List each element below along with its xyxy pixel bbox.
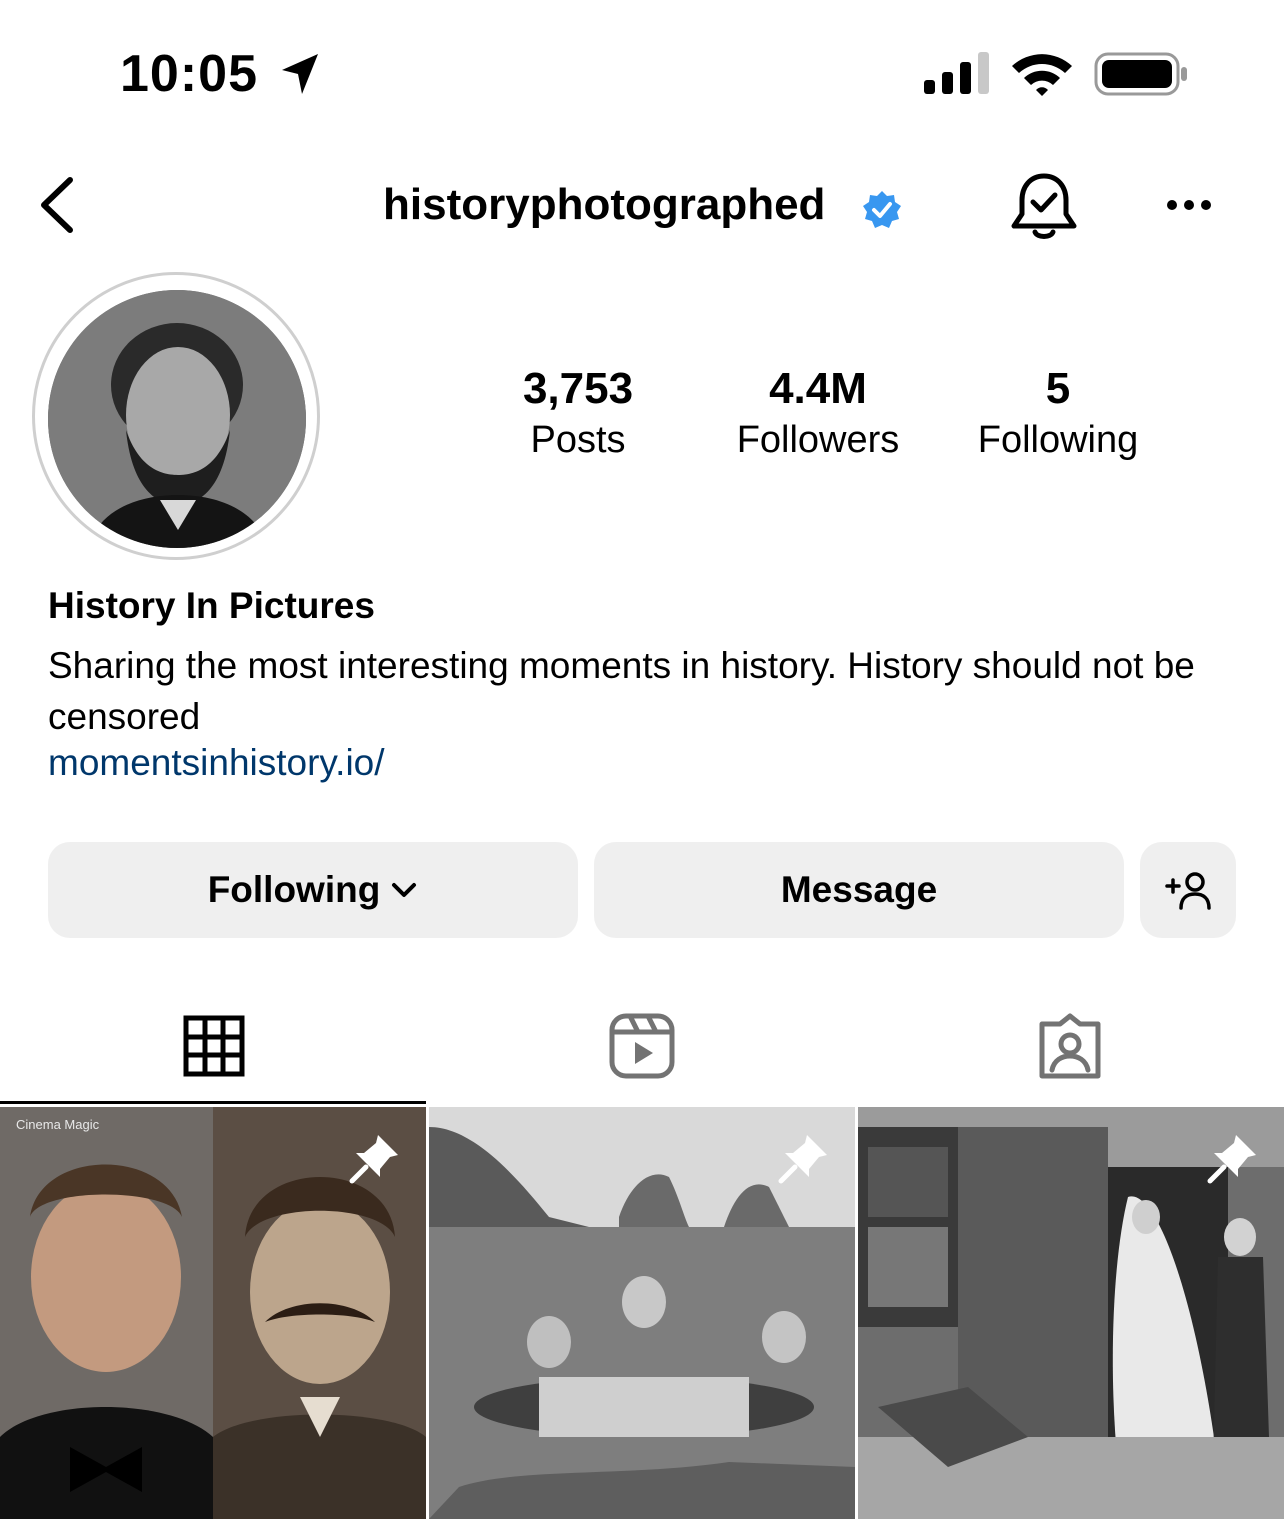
display-name: History In Pictures [48, 585, 375, 626]
tab-posts-grid[interactable] [0, 990, 428, 1102]
notifications-button[interactable] [1008, 170, 1080, 242]
signal-icon [924, 52, 992, 101]
stat-label: Posts [530, 419, 626, 461]
post-overlay-text: Cinema Magic [16, 1117, 100, 1132]
post-thumbnail[interactable] [429, 1107, 855, 1519]
following-button-label: Following [207, 869, 381, 910]
stat-posts[interactable]: 3,753 Posts [468, 362, 688, 464]
stat-label: Following [977, 419, 1139, 461]
active-tab-indicator [0, 1101, 426, 1104]
back-icon [30, 177, 90, 244]
stat-value: 3,753 [522, 364, 634, 413]
bio-text: Sharing the most interesting moments in … [48, 645, 1195, 737]
more-icon [1160, 200, 1220, 229]
notification-bell-icon [1008, 173, 1080, 246]
stat-value: 5 [1045, 364, 1071, 413]
stat-followers[interactable]: 4.4M Followers [708, 362, 928, 464]
message-button[interactable]: Message [594, 842, 1124, 938]
more-options-button[interactable] [1160, 185, 1220, 225]
reels-icon [608, 1012, 676, 1080]
suggested-accounts-button[interactable] [1140, 842, 1236, 938]
tagged-icon [1036, 1012, 1104, 1080]
stat-label: Followers [736, 419, 900, 461]
tab-tagged[interactable] [856, 990, 1284, 1102]
back-button[interactable] [30, 170, 90, 240]
stat-value: 4.4M [769, 364, 867, 413]
message-button-label: Message [780, 869, 938, 910]
location-arrow-icon [278, 50, 322, 103]
verified-badge-icon [862, 190, 902, 235]
grid-icon [183, 1015, 245, 1077]
pin-icon [348, 1129, 404, 1190]
pin-icon [777, 1129, 833, 1190]
post-thumbnail[interactable]: Cinema Magic [0, 1107, 426, 1519]
wifi-icon [1010, 50, 1074, 101]
bio-link[interactable]: momentsinhistory.io/ [48, 742, 385, 784]
chevron-down-icon [390, 880, 418, 900]
status-time: 10:05 [120, 45, 258, 103]
tab-reels[interactable] [428, 990, 856, 1102]
stat-following[interactable]: 5 Following [948, 362, 1168, 464]
pin-icon [1206, 1129, 1262, 1190]
avatar[interactable] [48, 290, 306, 548]
profile-username: historyphotographed [383, 180, 826, 229]
battery-icon [1094, 52, 1190, 101]
add-person-icon [1163, 870, 1213, 910]
following-button[interactable]: Following [48, 842, 578, 938]
post-thumbnail[interactable] [858, 1107, 1284, 1519]
